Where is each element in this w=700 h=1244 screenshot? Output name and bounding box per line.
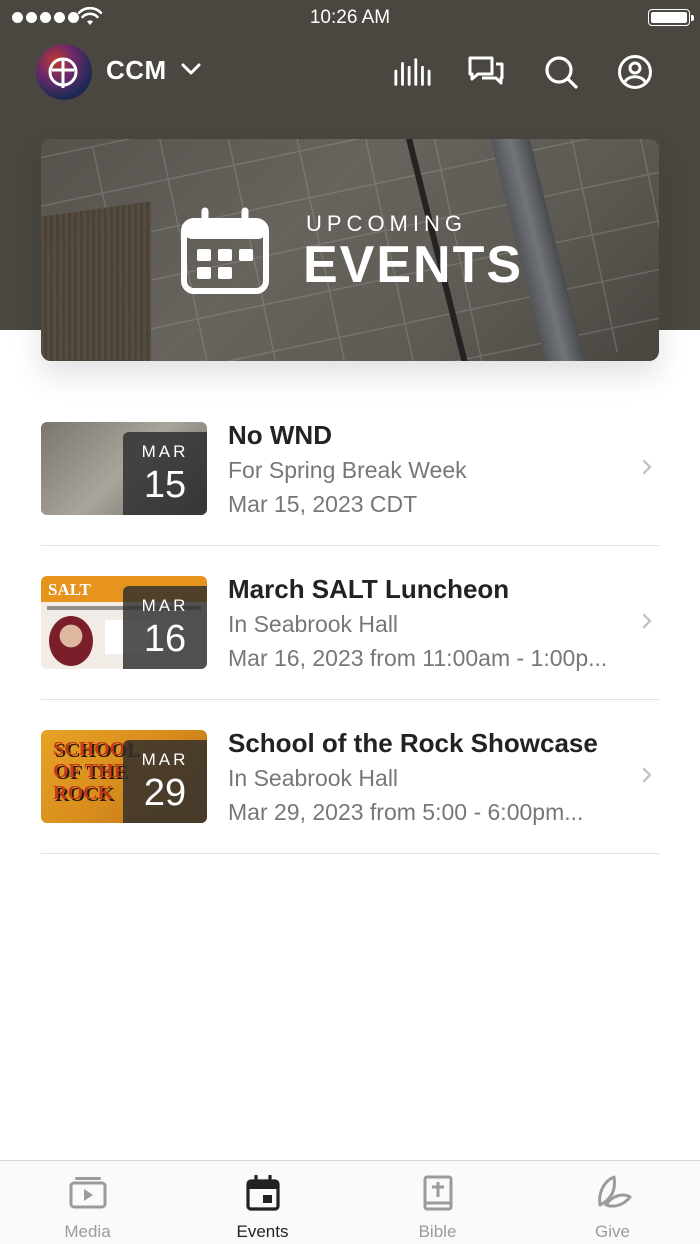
chat-icon[interactable] xyxy=(467,53,505,91)
media-icon xyxy=(69,1177,106,1209)
event-title: March SALT Luncheon xyxy=(228,574,510,604)
org-logo[interactable] xyxy=(36,44,92,100)
tab-label: Bible xyxy=(418,1222,457,1241)
bottom-tab-bar: Media Events Bible Give xyxy=(0,1160,700,1244)
org-name[interactable]: CCM xyxy=(106,55,167,86)
chevron-right-icon xyxy=(642,767,652,783)
chevron-right-icon xyxy=(642,613,652,629)
date-badge: MAR 16 xyxy=(123,586,207,669)
give-leaf-icon xyxy=(597,1175,631,1208)
banner-title: EVENTS xyxy=(303,236,524,294)
calendar-icon xyxy=(245,1175,280,1211)
date-badge-month: MAR xyxy=(141,596,189,615)
event-thumbnail: SCHOOL OF THE ROCK MAR 29 xyxy=(41,730,207,823)
date-badge-month: MAR xyxy=(141,442,189,461)
chevron-right-icon xyxy=(642,459,652,475)
status-time: 10:26 AM xyxy=(309,7,391,28)
event-thumbnail: SALT MAR 16 xyxy=(41,576,207,669)
banner-subtitle: UPCOMING xyxy=(306,211,467,236)
event-subtitle: In Seabrook Hall xyxy=(228,611,399,637)
thumbnail-text: SALT xyxy=(48,580,91,599)
date-badge: MAR 29 xyxy=(123,740,207,823)
event-subtitle: For Spring Break Week xyxy=(228,457,467,483)
date-badge-month: MAR xyxy=(141,750,189,769)
event-date: Mar 16, 2023 from 11:00am - 1:00p... xyxy=(228,645,608,671)
chevron-down-icon[interactable] xyxy=(180,62,202,76)
status-bar: 10:26 AM xyxy=(0,0,700,36)
tab-label: Give xyxy=(595,1222,630,1241)
date-badge: MAR 15 xyxy=(123,432,207,515)
event-list: MAR 15 No WND For Spring Break Week Mar … xyxy=(41,392,659,854)
event-thumbnail: MAR 15 xyxy=(41,422,207,515)
date-badge-day: 29 xyxy=(143,772,187,814)
tab-give[interactable]: Give xyxy=(525,1161,700,1244)
upcoming-events-banner: UPCOMING EVENTS xyxy=(41,139,659,361)
event-item[interactable]: SALT MAR 16 March SALT Luncheon In Seabr… xyxy=(41,546,659,700)
tab-bible[interactable]: Bible xyxy=(350,1161,525,1244)
event-item[interactable]: MAR 15 No WND For Spring Break Week Mar … xyxy=(41,392,659,546)
event-subtitle: In Seabrook Hall xyxy=(228,765,399,791)
calendar-icon xyxy=(181,207,269,294)
event-item[interactable]: SCHOOL OF THE ROCK MAR 29 School of the … xyxy=(41,700,659,854)
event-date: Mar 29, 2023 from 5:00 - 6:00pm... xyxy=(228,799,584,825)
date-badge-day: 16 xyxy=(143,618,187,660)
date-badge-day: 15 xyxy=(143,464,187,506)
audio-bars-icon[interactable] xyxy=(393,53,431,91)
profile-icon[interactable] xyxy=(616,53,654,91)
bible-icon xyxy=(423,1175,452,1211)
event-title: No WND xyxy=(228,420,332,450)
tab-events[interactable]: Events xyxy=(175,1161,350,1244)
event-date: Mar 15, 2023 CDT xyxy=(228,491,418,517)
top-nav: CCM xyxy=(0,40,700,104)
search-icon[interactable] xyxy=(542,53,580,91)
tab-label: Events xyxy=(236,1222,289,1241)
tab-media[interactable]: Media xyxy=(0,1161,175,1244)
event-title: School of the Rock Showcase xyxy=(228,728,598,758)
battery-icon xyxy=(648,9,694,26)
tab-label: Media xyxy=(64,1222,111,1241)
